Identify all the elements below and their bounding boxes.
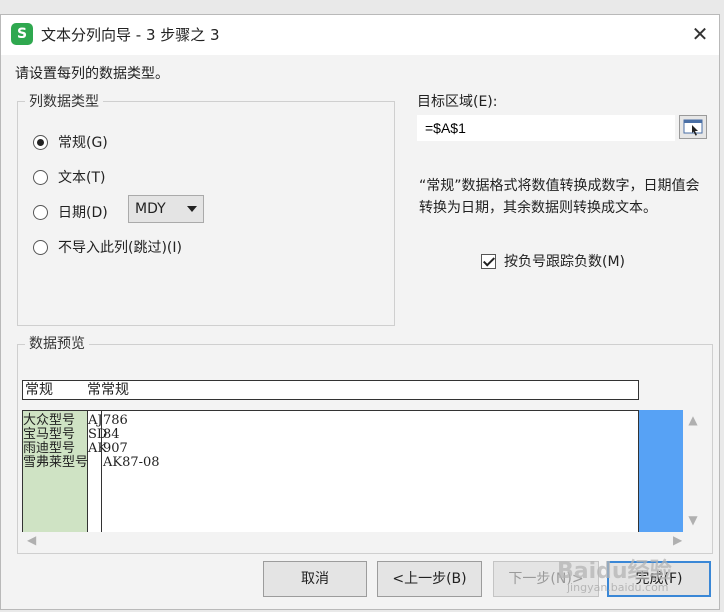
destination-input[interactable]: [417, 115, 675, 141]
date-format-select[interactable]: MDY: [128, 195, 204, 223]
preview-header-row: 常规 常 常规: [22, 380, 639, 400]
radio-date[interactable]: 日期(D): [33, 202, 108, 222]
cancel-button[interactable]: 取消: [263, 561, 367, 597]
scroll-up-icon[interactable]: ▲: [685, 413, 701, 429]
negative-sign-checkbox-row[interactable]: 按负号跟踪负数(M): [481, 251, 625, 271]
radio-text[interactable]: 文本(T): [33, 167, 105, 187]
radio-skip-indicator[interactable]: [33, 239, 48, 255]
back-button[interactable]: <上一步(B): [377, 561, 482, 597]
radio-general-label: 常规(G): [58, 135, 108, 151]
radio-general[interactable]: 常规(G): [33, 132, 108, 152]
text-to-columns-dialog: S 文本分列向导 - 3 步骤之 3 ✕ 请设置每列的数据类型。 列数据类型 常…: [0, 14, 720, 610]
radio-skip-label: 不导入此列(跳过)(I): [58, 240, 182, 256]
column-type-legend: 列数据类型: [25, 91, 103, 111]
radio-general-indicator[interactable]: [33, 134, 48, 150]
window-title: 文本分列向导 - 3 步骤之 3: [41, 26, 220, 44]
close-icon[interactable]: ✕: [687, 21, 713, 47]
preview-data-area: 大众型号 AJ 786 宝马型号 SD 84 雨迪型号 AK 907 雪弗莱型号…: [22, 410, 639, 532]
date-format-value: MDY: [135, 201, 166, 217]
app-logo-icon: S: [11, 23, 33, 45]
destination-label: 目标区域(E):: [417, 94, 498, 110]
scrollbar-thumb[interactable]: [639, 410, 683, 532]
chevron-down-icon: [187, 206, 197, 212]
title-bar: S 文本分列向导 - 3 步骤之 3 ✕: [1, 15, 719, 55]
radio-text-label: 文本(T): [58, 170, 106, 186]
vertical-scrollbar[interactable]: [639, 410, 683, 532]
range-select-icon: [683, 119, 703, 136]
negative-sign-label: 按负号跟踪负数(M): [504, 254, 626, 270]
radio-date-indicator[interactable]: [33, 204, 48, 220]
scroll-left-icon[interactable]: ◀: [27, 533, 41, 547]
radio-skip[interactable]: 不导入此列(跳过)(I): [33, 237, 182, 257]
instruction-text: 请设置每列的数据类型。: [15, 66, 169, 82]
preview-header-col2[interactable]: 常: [87, 381, 101, 399]
format-description: “常规”数据格式将数值转换成数字，日期值会转换为日期，其余数据则转换成文本。: [419, 178, 700, 216]
data-preview-legend: 数据预览: [25, 333, 89, 353]
radio-date-label: 日期(D): [58, 205, 108, 221]
scroll-right-icon[interactable]: ▶: [673, 533, 687, 547]
range-picker-button[interactable]: [679, 115, 707, 139]
scroll-down-icon[interactable]: ▼: [685, 513, 701, 529]
radio-text-indicator[interactable]: [33, 169, 48, 185]
negative-sign-checkbox[interactable]: [481, 253, 496, 269]
preview-header-col3[interactable]: 常规: [101, 381, 129, 399]
preview-header-col1[interactable]: 常规: [25, 381, 53, 399]
watermark-url: jingyan.baidu.com: [567, 581, 669, 594]
